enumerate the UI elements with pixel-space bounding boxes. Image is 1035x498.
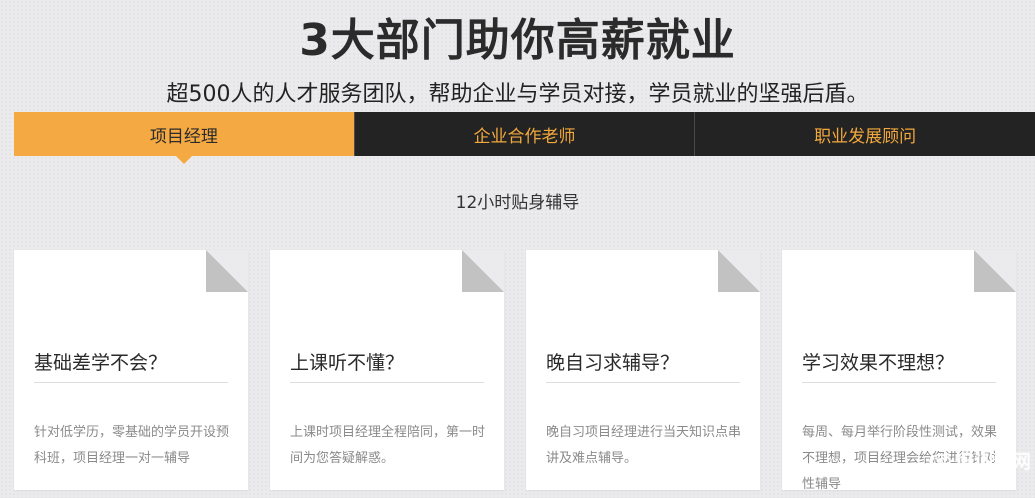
section-tagline: 12小时贴身辅导: [455, 193, 580, 213]
service-card: 上课听不懂？ 上课时项目经理全程陪同，第一时间为您答疑解惑。: [270, 250, 504, 490]
tab-career-development-consultant[interactable]: 职业发展顾问: [694, 112, 1035, 156]
page-subtitle: 超500人的人才服务团队，帮助企业与学员对接，学员就业的坚强后盾。: [166, 82, 869, 107]
watermark: 培训帮网: [928, 447, 1031, 474]
eye-logo-icon: [928, 453, 951, 468]
card-heading: 晚自习求辅导？: [546, 348, 740, 383]
page-fold-icon: [206, 250, 248, 292]
page-fold-icon: [718, 250, 760, 292]
page-fold-icon: [462, 250, 504, 292]
card-heading: 上课听不懂？: [290, 348, 484, 383]
page-fold-icon: [974, 250, 1016, 292]
page-title: 3大部门助你高薪就业: [299, 15, 736, 66]
service-card: 基础差学不会？ 针对低学历，零基础的学员开设预科班，项目经理一对一辅导: [14, 250, 248, 490]
card-text: 上课时项目经理全程陪同，第一时间为您答疑解惑。: [290, 425, 486, 466]
tab-enterprise-cooperation-teacher[interactable]: 企业合作老师: [353, 112, 695, 156]
tab-project-manager[interactable]: 项目经理: [14, 112, 354, 164]
card-heading: 基础差学不会？: [34, 348, 228, 383]
watermark-text: 培训帮网: [954, 451, 1031, 473]
department-tabs: 项目经理 企业合作老师 职业发展顾问: [14, 112, 1035, 164]
card-text: 针对低学历，零基础的学员开设预科班，项目经理一对一辅导: [34, 425, 230, 466]
card-heading: 学习效果不理想？: [802, 348, 996, 383]
service-card: 晚自习求辅导？ 晚自习项目经理进行当天知识点串讲及难点辅导。: [526, 250, 760, 490]
card-text: 晚自习项目经理进行当天知识点串讲及难点辅导。: [546, 425, 742, 466]
